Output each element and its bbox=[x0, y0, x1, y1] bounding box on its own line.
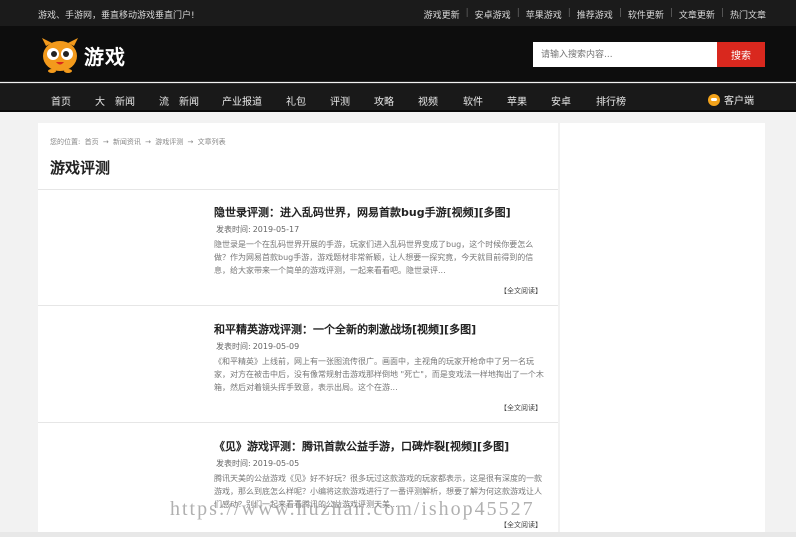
breadcrumb-arrow: → bbox=[102, 138, 109, 146]
client-icon bbox=[708, 93, 720, 106]
nav-item-news[interactable]: 流 新闻 bbox=[159, 93, 199, 108]
site-header: 游戏 搜索 bbox=[0, 26, 796, 82]
site-logo[interactable]: 游戏 bbox=[40, 36, 126, 74]
breadcrumb-article-list: 文章列表 bbox=[197, 138, 226, 146]
article-title[interactable]: 《见》游戏评测：腾讯首款公益手游，口碑炸裂[视频][多图] bbox=[214, 438, 509, 454]
top-link-article-updates[interactable]: 文章更新 bbox=[679, 8, 715, 21]
article-thumbnail[interactable] bbox=[48, 200, 198, 295]
client-label: 客户端 bbox=[724, 96, 754, 107]
breadcrumb-arrow: → bbox=[187, 138, 194, 146]
article-summary: 隐世录是一个在乱码世界开展的手游，玩家们进入乱码世界变成了bug，这个时候你要怎… bbox=[214, 240, 534, 275]
article-date: 发表时间: 2019-05-17 bbox=[216, 225, 300, 234]
site-slogan: 游戏、手游网，垂直移动游戏垂直门户! bbox=[38, 11, 195, 21]
nav-item-software[interactable]: 软件 bbox=[463, 93, 483, 108]
nav-item-guides[interactable]: 攻略 bbox=[374, 93, 394, 108]
breadcrumb-news[interactable]: 新闻资讯 bbox=[113, 138, 141, 146]
nav-item-reviews[interactable]: 评测 bbox=[330, 93, 350, 108]
search-button[interactable]: 搜索 bbox=[717, 42, 765, 67]
main-nav: 首页 大 新闻 流 新闻 产业报道 礼包 评测 攻略 视频 软件 苹果 安卓 排… bbox=[0, 83, 796, 112]
nav-item-android[interactable]: 安卓 bbox=[551, 93, 571, 108]
search-bar: 搜索 bbox=[533, 42, 765, 67]
top-link-apple-games[interactable]: 苹果游戏 bbox=[526, 8, 562, 21]
breadcrumb: 您的位置: 首页 → 新闻资讯 → 游戏评测 → 文章列表 bbox=[50, 137, 228, 147]
nav-item-big-news[interactable]: 大 新闻 bbox=[95, 93, 135, 108]
article-title[interactable]: 隐世录评测：进入乱码世界，网易首款bug手游[视频][多图] bbox=[214, 204, 511, 220]
nav-item-apple[interactable]: 苹果 bbox=[507, 93, 527, 108]
watermark-text: https://www.huzhan.com/ishop45527 bbox=[170, 498, 535, 520]
top-links: 游戏更新 | 安卓游戏 | 苹果游戏 | 推荐游戏 | 软件更新 | 文章更新 | 热门文章 bbox=[423, 8, 766, 21]
nav-item-home[interactable]: 首页 bbox=[51, 93, 71, 108]
nav-item-videos[interactable]: 视频 bbox=[418, 93, 438, 108]
nav-item-gifts[interactable]: 礼包 bbox=[286, 93, 306, 108]
breadcrumb-arrow: → bbox=[145, 138, 152, 146]
right-sidebar bbox=[560, 123, 765, 537]
bottom-strip bbox=[0, 532, 796, 537]
read-more-link[interactable]: 【全文阅读】 bbox=[500, 520, 542, 530]
read-more-link[interactable]: 【全文阅读】 bbox=[500, 286, 542, 296]
article-summary: 《和平精英》上线前，网上有一张图流传很广。画面中，主视角的玩家开枪命中了另一名玩… bbox=[214, 357, 544, 392]
article-date: 发表时间: 2019-05-05 bbox=[216, 459, 300, 468]
article-item: 隐世录评测：进入乱码世界，网易首款bug手游[视频][多图] 发表时间: 2019… bbox=[38, 190, 558, 306]
breadcrumb-prefix: 您的位置: bbox=[50, 138, 81, 146]
article-item: 和平精英游戏评测：一个全新的刺激战场[视频][多图] 发表时间: 2019-05-… bbox=[38, 307, 558, 423]
top-link-software-updates[interactable]: 软件更新 bbox=[628, 8, 664, 21]
top-link-recommended-games[interactable]: 推荐游戏 bbox=[577, 8, 613, 21]
article-list-panel: 您的位置: 首页 → 新闻资讯 → 游戏评测 → 文章列表 游戏评测 隐世录评测… bbox=[38, 123, 558, 537]
article-date: 发表时间: 2019-05-09 bbox=[216, 342, 300, 351]
search-input[interactable] bbox=[533, 42, 717, 67]
nav-item-industry[interactable]: 产业报道 bbox=[222, 93, 262, 108]
logo-text: 游戏 bbox=[84, 44, 126, 69]
mascot-logo-icon bbox=[42, 38, 78, 73]
top-link-android-games[interactable]: 安卓游戏 bbox=[475, 8, 511, 21]
breadcrumb-home[interactable]: 首页 bbox=[85, 138, 99, 146]
top-link-hot-articles[interactable]: 热门文章 bbox=[730, 8, 766, 21]
read-more-link[interactable]: 【全文阅读】 bbox=[500, 403, 542, 413]
page-title: 游戏评测 bbox=[50, 159, 111, 177]
top-bar: 游戏、手游网，垂直移动游戏垂直门户! 游戏更新 | 安卓游戏 | 苹果游戏 | 推荐游… bbox=[0, 0, 796, 26]
client-download-link[interactable]: 客户端 bbox=[708, 92, 754, 107]
article-title[interactable]: 和平精英游戏评测：一个全新的刺激战场[视频][多图] bbox=[214, 321, 476, 337]
nav-item-rankings[interactable]: 排行榜 bbox=[596, 93, 626, 108]
breadcrumb-reviews[interactable]: 游戏评测 bbox=[155, 138, 183, 146]
article-thumbnail[interactable] bbox=[48, 317, 198, 412]
top-link-game-updates[interactable]: 游戏更新 bbox=[424, 8, 460, 21]
